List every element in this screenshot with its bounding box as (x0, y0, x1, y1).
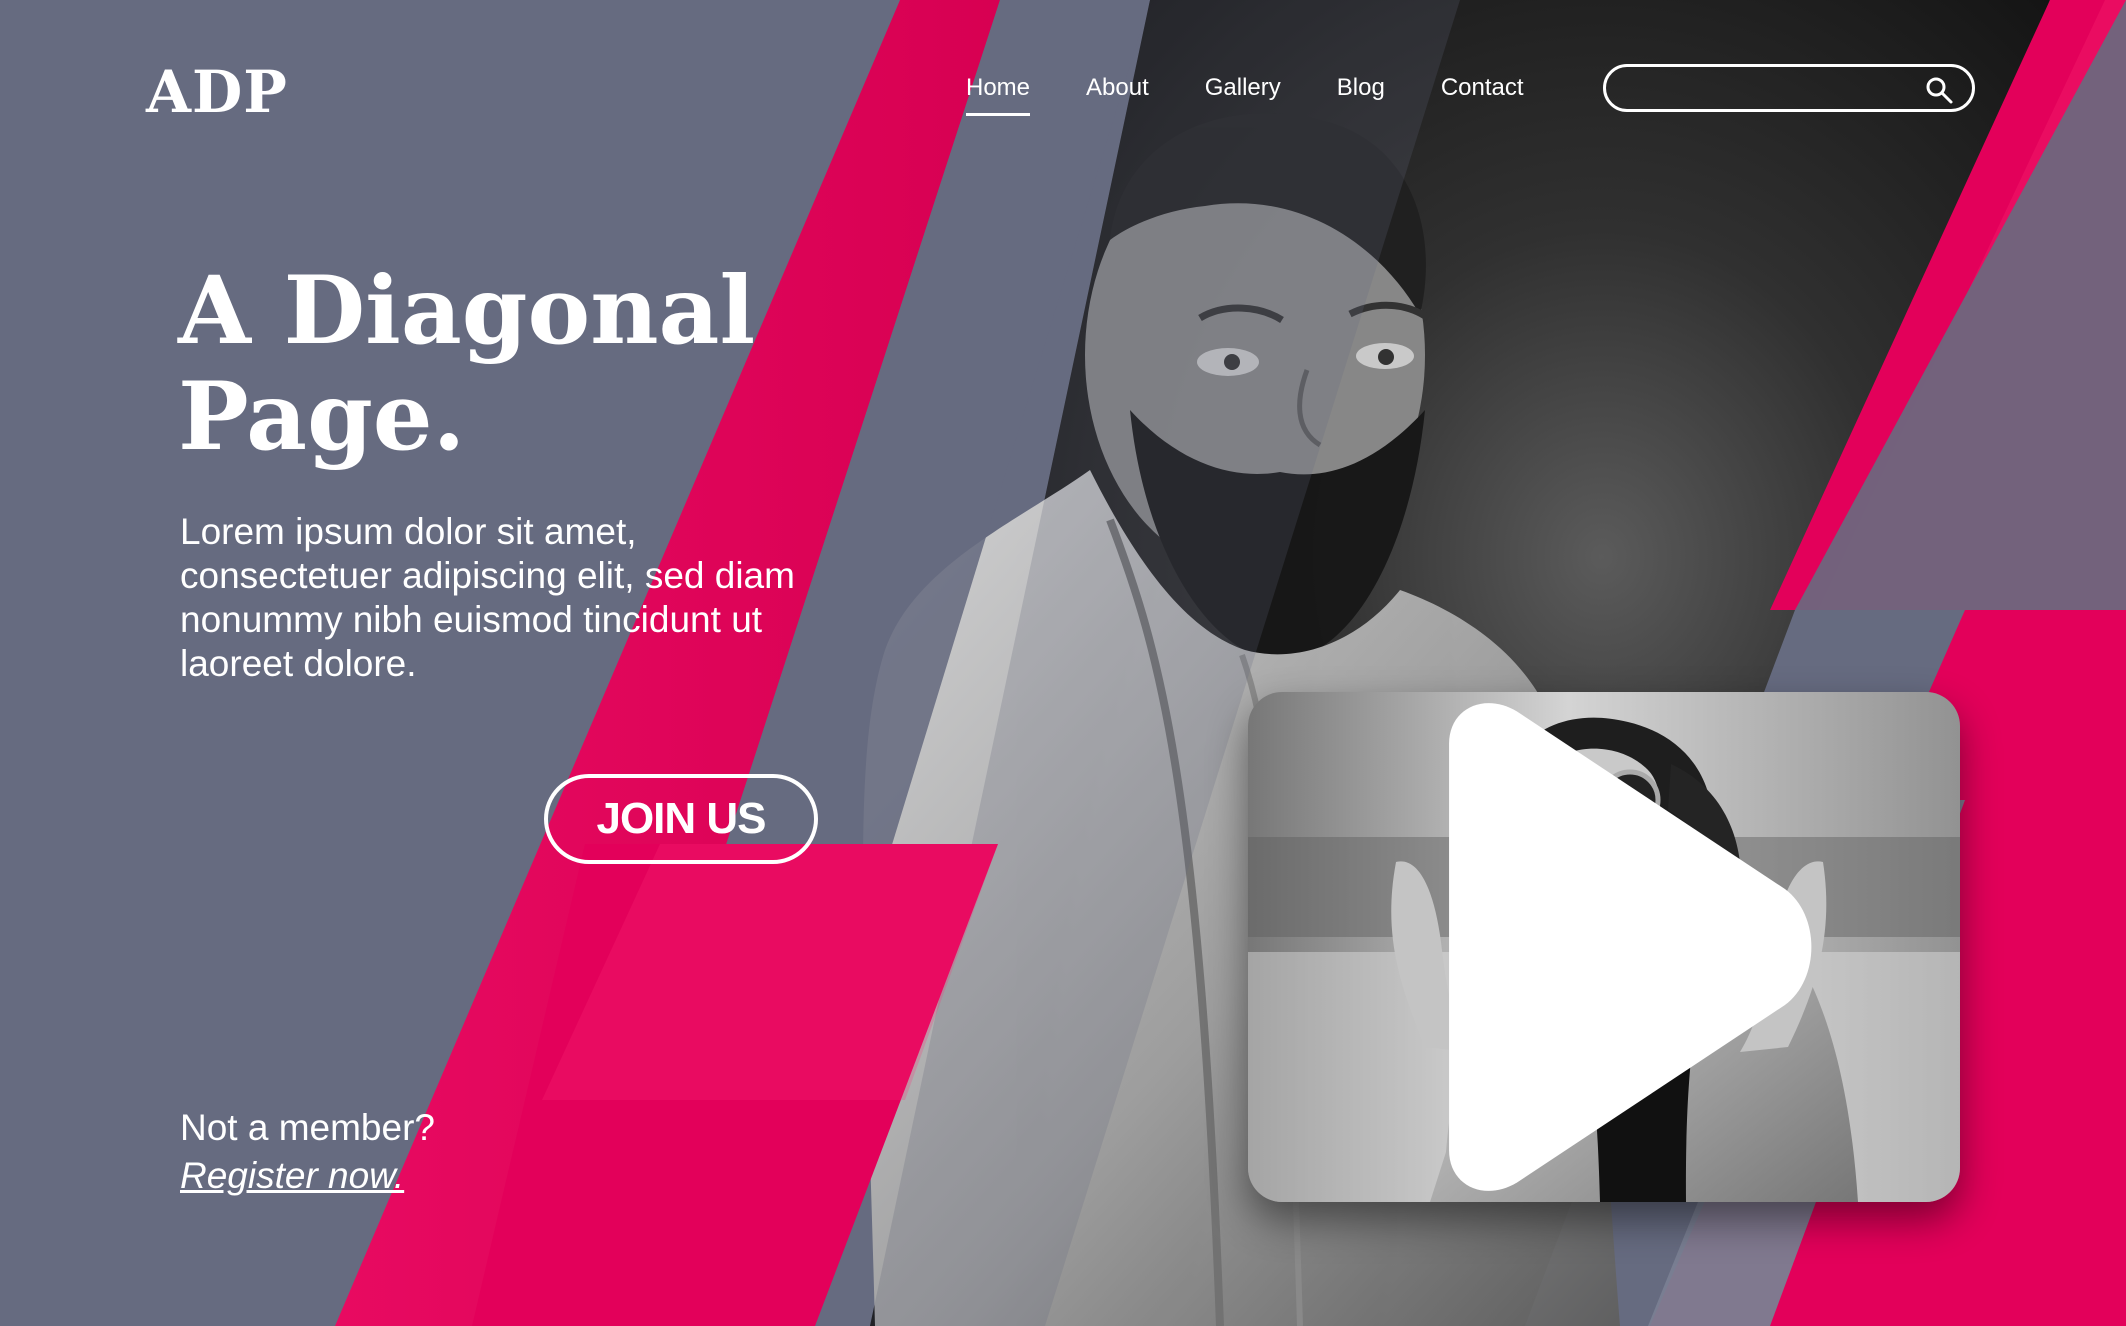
main-navigation: Home About Gallery Blog Contact (966, 74, 1524, 116)
hero-description: Lorem ipsum dolor sit amet, consectetuer… (180, 511, 795, 684)
search-input[interactable] (1628, 75, 1912, 103)
search-icon[interactable] (1924, 75, 1954, 105)
nav-about[interactable]: About (1086, 74, 1149, 102)
landing-page: ADP Home About Gallery Blog Contact A Di… (0, 0, 2126, 1326)
brand-logo[interactable]: ADP (146, 58, 288, 126)
play-icon[interactable] (1248, 692, 1960, 1202)
nav-home[interactable]: Home (966, 74, 1031, 116)
hero-title-line-2: Page. (178, 362, 466, 472)
member-question: Not a member? (180, 1107, 435, 1148)
video-card[interactable] (1248, 692, 1960, 1202)
search-bar[interactable] (1603, 64, 1975, 112)
join-us-button[interactable]: JOIN US (544, 774, 818, 864)
hero-title: A Diagonal Page. (178, 258, 898, 470)
nav-gallery[interactable]: Gallery (1205, 74, 1281, 102)
nav-contact[interactable]: Contact (1441, 74, 1524, 102)
register-link[interactable]: Register now. (180, 1154, 404, 1198)
hero-title-line-1: A Diagonal (178, 256, 756, 366)
nav-blog[interactable]: Blog (1337, 74, 1385, 102)
